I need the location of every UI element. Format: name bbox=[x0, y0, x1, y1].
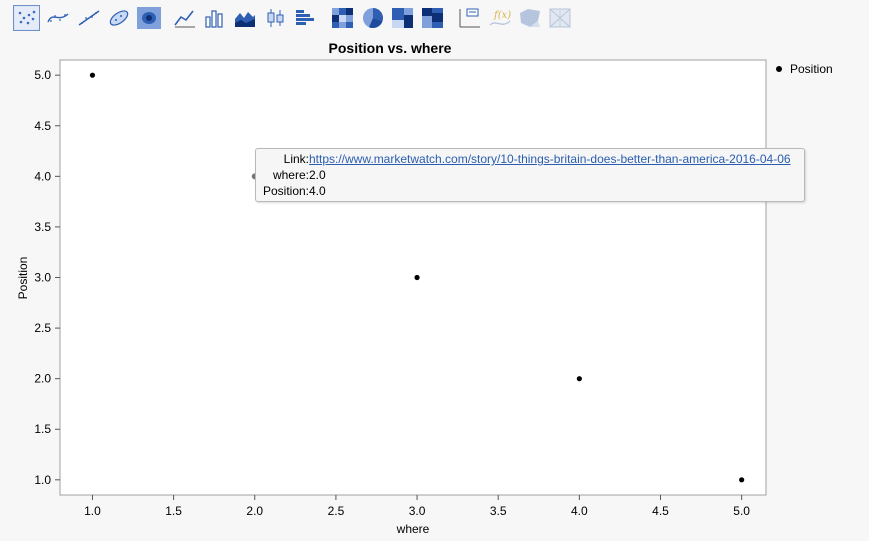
tooltip-link-label: Link: bbox=[283, 152, 309, 166]
tooltip-position-value: 4.0 bbox=[309, 184, 326, 198]
tooltip-where-row: where:2.0 bbox=[256, 167, 326, 183]
y-tick-label: 2.5 bbox=[34, 321, 51, 335]
y-tick-label: 4.5 bbox=[34, 119, 51, 133]
x-tick-label: 2.0 bbox=[246, 504, 263, 518]
x-axis-label: where bbox=[396, 522, 430, 536]
tooltip-position-label: Position: bbox=[262, 184, 309, 198]
data-point[interactable] bbox=[739, 477, 745, 483]
tooltip-link[interactable]: https://www.marketwatch.com/story/10-thi… bbox=[309, 152, 791, 166]
y-axis: 1.0 1.5 2.0 2.5 3.0 3.5 4.0 4.5 5.0 bbox=[34, 68, 60, 487]
plot-frame bbox=[59, 59, 767, 496]
tooltip-where-label: where: bbox=[272, 168, 309, 182]
x-axis: 1.0 1.5 2.0 2.5 3.0 3.5 4.0 4.5 5.0 bbox=[84, 495, 750, 518]
y-tick-label: 1.0 bbox=[34, 473, 51, 487]
x-tick-label: 4.5 bbox=[652, 504, 669, 518]
tooltip-link-row: Link:https://www.marketwatch.com/story/1… bbox=[256, 151, 791, 167]
y-tick-label: 4.0 bbox=[34, 169, 51, 183]
y-axis-label: Position bbox=[16, 257, 30, 300]
data-point[interactable] bbox=[414, 274, 420, 281]
x-tick-label: 2.5 bbox=[328, 504, 345, 518]
legend-label: Position bbox=[790, 62, 833, 76]
x-tick-label: 5.0 bbox=[733, 504, 750, 518]
legend-marker bbox=[776, 66, 782, 72]
y-tick-label: 3.5 bbox=[34, 220, 51, 234]
y-tick-label: 1.5 bbox=[34, 422, 51, 436]
data-point[interactable] bbox=[576, 376, 582, 382]
y-tick-label: 2.0 bbox=[34, 372, 51, 386]
x-tick-label: 1.0 bbox=[84, 504, 101, 518]
data-point[interactable] bbox=[89, 72, 96, 78]
point-tooltip: Link:https://www.marketwatch.com/story/1… bbox=[255, 148, 805, 202]
scatter-chart: 1.0 1.5 2.0 2.5 3.0 3.5 4.0 4.5 5.0 1.0 1.5 2.0 2.5… bbox=[16, 59, 767, 536]
x-tick-label: 3.0 bbox=[409, 504, 426, 518]
y-tick-label: 5.0 bbox=[34, 68, 51, 82]
y-tick-label: 3.0 bbox=[34, 271, 51, 285]
x-tick-label: 4.0 bbox=[571, 504, 588, 518]
legend: Position bbox=[776, 62, 833, 76]
tooltip-position-row: Position:4.0 bbox=[256, 183, 326, 199]
x-tick-label: 1.5 bbox=[165, 504, 182, 518]
x-tick-label: 3.5 bbox=[490, 504, 507, 518]
tooltip-where-value: 2.0 bbox=[309, 168, 326, 182]
